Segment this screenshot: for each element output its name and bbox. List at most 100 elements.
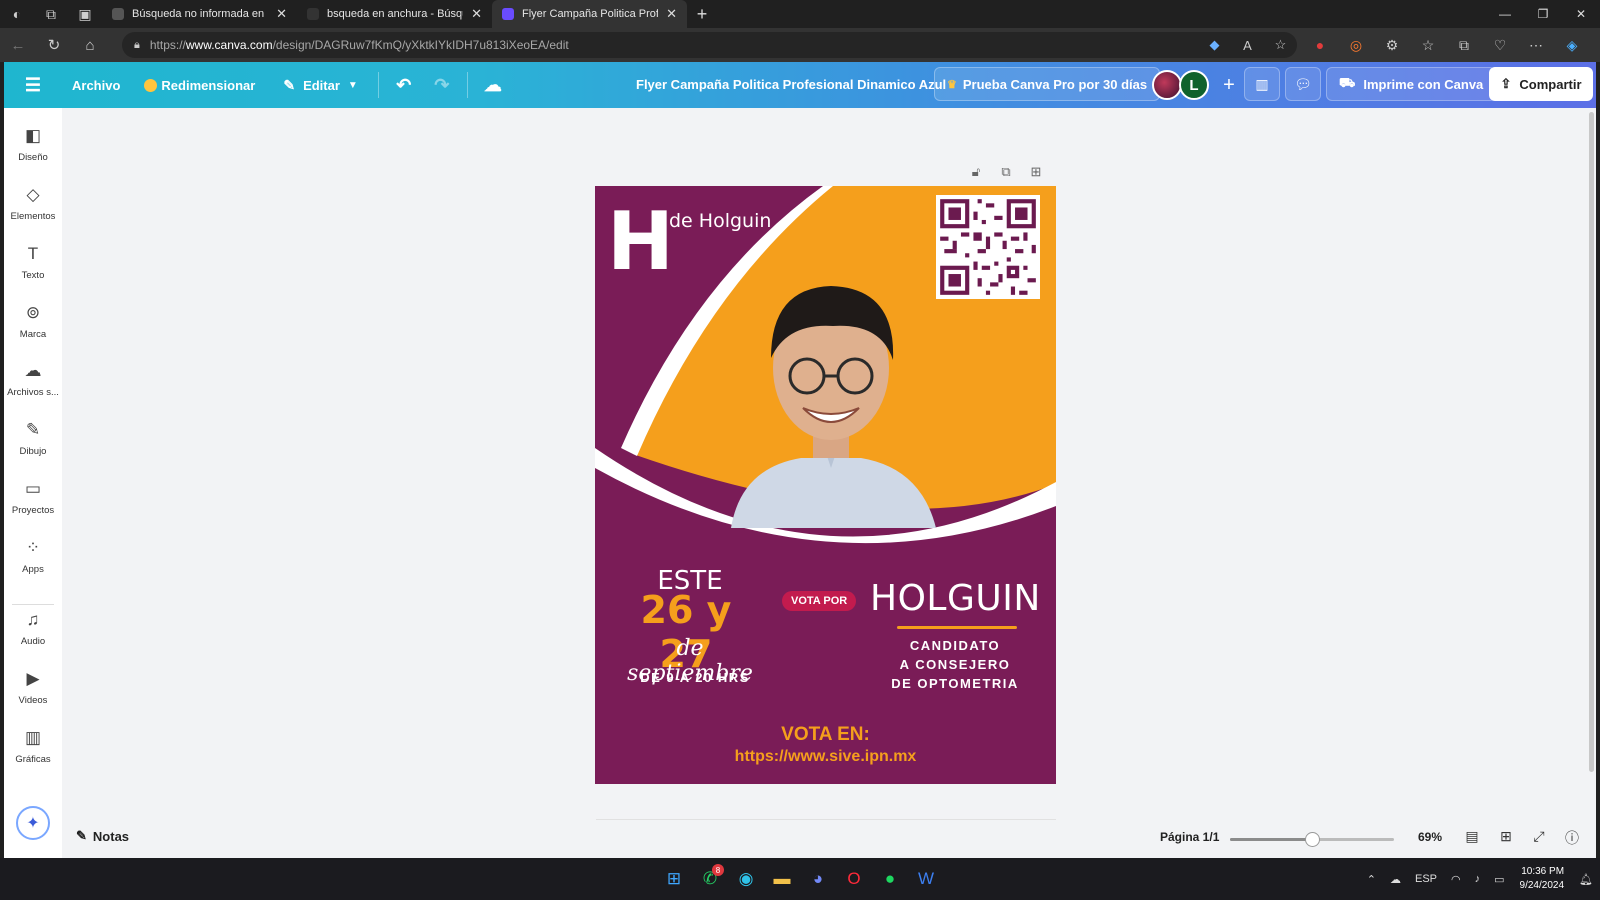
- edit-dropdown-button[interactable]: ✎ Editar ▼: [269, 62, 371, 108]
- sidebar-item-projects[interactable]: ▭ Proyectos: [4, 469, 62, 525]
- extension-orange-icon[interactable]: ◎: [1338, 37, 1374, 54]
- add-page-icon[interactable]: ⊞: [1021, 164, 1051, 180]
- notes-button[interactable]: ✎ Notas: [76, 828, 129, 844]
- share-button[interactable]: ⇪ Compartir: [1489, 67, 1593, 101]
- tab-favicon-icon: [502, 8, 514, 20]
- browser-tab-2[interactable]: bsqueda en anchura - Búsqueda ✕: [297, 0, 492, 28]
- page-tools: 🔓︎ ⧉ ⊞: [961, 164, 1051, 180]
- extension-red-icon[interactable]: ●: [1302, 37, 1338, 53]
- avatar[interactable]: [1152, 70, 1182, 100]
- sidebar-item-label: Proyectos: [11, 504, 55, 516]
- sidebar-item-apps[interactable]: ⁘ Apps: [4, 528, 62, 584]
- spotify-icon[interactable]: ●: [872, 862, 908, 896]
- extensions-icon[interactable]: ⚙: [1374, 37, 1410, 54]
- profile-icon[interactable]: ◐: [0, 0, 34, 28]
- extensions-row: ● ◎ ⚙ ☆ ⧉ ♡ ⋯ ◈: [1302, 28, 1590, 62]
- lock-page-icon[interactable]: 🔓︎: [961, 164, 991, 180]
- workspaces-icon[interactable]: ⧉: [34, 0, 68, 28]
- sidebar-item-label: Diseño: [18, 151, 48, 163]
- read-aloud-icon[interactable]: A: [1231, 38, 1264, 53]
- design-canvas-area: 🔓︎ ⧉ ⊞ H de Holguin ESTE 26 y 27 de sept…: [62, 108, 1596, 858]
- refresh-icon[interactable]: ↻: [36, 28, 72, 62]
- windows-start-icon[interactable]: ⊞: [656, 862, 692, 896]
- sidebar-item-design[interactable]: ◧ Diseño: [4, 116, 62, 172]
- vertical-scrollbar[interactable]: [1589, 112, 1594, 772]
- close-window-icon[interactable]: ✕: [1562, 0, 1600, 28]
- vota-por-badge: VOTA POR: [782, 591, 857, 611]
- tag-icon[interactable]: ◆: [1198, 37, 1231, 53]
- zoom-level[interactable]: 69%: [1418, 830, 1442, 844]
- music-icon: ♫: [26, 609, 40, 629]
- sidebar-item-uploads[interactable]: ☁ Archivos s...: [4, 351, 62, 407]
- chevron-up-icon[interactable]: ⌃: [1367, 873, 1376, 886]
- tab-actions-icon[interactable]: ▣: [68, 0, 102, 28]
- avatar-user-l[interactable]: L: [1179, 70, 1209, 100]
- sidebar-item-audio[interactable]: ♫ Audio: [4, 600, 62, 656]
- file-explorer-icon[interactable]: ▬: [764, 862, 800, 896]
- new-tab-icon[interactable]: +: [687, 4, 717, 25]
- sidebar-item-label: Dibujo: [19, 445, 47, 457]
- sidebar-item-charts[interactable]: ▥ Gráficas: [4, 718, 62, 774]
- main-menu-icon[interactable]: ☰: [4, 62, 62, 108]
- fullscreen-icon[interactable]: ⤢: [1527, 828, 1551, 845]
- favorites-icon[interactable]: ☆: [1410, 37, 1446, 54]
- browser-tab-1[interactable]: Búsqueda no informada en IA ✕: [102, 0, 297, 28]
- tab-favicon-icon: [112, 8, 124, 20]
- favorite-star-icon[interactable]: ☆: [1264, 37, 1297, 53]
- restore-icon[interactable]: ❐: [1524, 0, 1562, 28]
- clock[interactable]: 10:36 PM 9/24/2024: [1520, 865, 1565, 893]
- zoom-slider[interactable]: [1230, 832, 1394, 847]
- sidebar-item-brand[interactable]: ⊚ Marca: [4, 293, 62, 349]
- add-collaborator-icon[interactable]: +: [1214, 70, 1244, 100]
- close-tab-icon[interactable]: ✕: [471, 6, 482, 22]
- close-tab-icon[interactable]: ✕: [666, 6, 677, 22]
- flyer-page[interactable]: H de Holguin ESTE 26 y 27 de septiembre …: [595, 186, 1056, 784]
- sidebar-item-elements[interactable]: ◇ Elementos: [4, 175, 62, 231]
- discord-icon[interactable]: ◕: [800, 862, 836, 896]
- word-icon[interactable]: W: [908, 862, 944, 896]
- home-icon[interactable]: ⌂: [72, 28, 108, 62]
- browser-tab-3[interactable]: Flyer Campaña Politica Profesional ✕: [492, 0, 687, 28]
- cloud-saved-icon[interactable]: ☁: [474, 62, 512, 108]
- comments-button[interactable]: 💬︎: [1285, 67, 1321, 101]
- address-bar[interactable]: 🔒︎ https://www.canva.com/design/DAGRuw7f…: [122, 32, 1297, 58]
- redo-icon[interactable]: ↷: [423, 62, 461, 108]
- battery-icon[interactable]: ▭: [1494, 873, 1504, 886]
- insights-button[interactable]: ▥: [1244, 67, 1280, 101]
- try-pro-button[interactable]: ♛ Prueba Canva Pro por 30 días: [934, 67, 1161, 101]
- page-indicator[interactable]: Página 1/1: [1160, 830, 1219, 844]
- more-menu-icon[interactable]: ⋯: [1518, 37, 1554, 54]
- undo-icon[interactable]: ↶: [385, 62, 423, 108]
- notifications-icon[interactable]: 🔔︎: [1579, 873, 1593, 886]
- close-tab-icon[interactable]: ✕: [276, 6, 287, 22]
- wifi-icon[interactable]: ◠: [1451, 873, 1461, 886]
- chevron-down-icon: ▼: [347, 79, 358, 91]
- minimize-icon[interactable]: —: [1486, 0, 1524, 28]
- sidebar-item-text[interactable]: T Texto: [4, 234, 62, 290]
- onedrive-icon[interactable]: ☁: [1390, 873, 1401, 886]
- language-indicator[interactable]: ESP: [1415, 873, 1437, 885]
- browser-essentials-icon[interactable]: ♡: [1482, 37, 1518, 54]
- sidebar-item-label: Elementos: [10, 210, 56, 222]
- help-icon[interactable]: ⓘ: [1560, 828, 1584, 848]
- collections-icon[interactable]: ⧉: [1446, 37, 1482, 54]
- sidebar-item-videos[interactable]: ▶ Videos: [4, 659, 62, 715]
- whatsapp-icon[interactable]: ✆ 8: [692, 862, 728, 896]
- copilot-icon[interactable]: ◈: [1554, 37, 1590, 54]
- magic-assistant-button[interactable]: ✦: [16, 806, 50, 840]
- grid-view-icon[interactable]: ⊞: [1494, 828, 1518, 845]
- resize-button[interactable]: Redimensionar: [130, 62, 269, 108]
- shapes-icon: ◇: [26, 184, 40, 204]
- opera-icon[interactable]: O: [836, 862, 872, 896]
- file-menu-button[interactable]: Archivo: [62, 62, 130, 108]
- back-icon[interactable]: ←: [0, 28, 36, 62]
- duplicate-page-icon[interactable]: ⧉: [991, 164, 1021, 180]
- print-with-canva-button[interactable]: ⛟ Imprime con Canva: [1326, 67, 1497, 101]
- sidebar-item-draw[interactable]: ✎ Dibujo: [4, 410, 62, 466]
- page-view-icon[interactable]: ▤: [1460, 828, 1484, 845]
- document-title[interactable]: Flyer Campaña Politica Profesional Dinam…: [636, 62, 946, 108]
- zoom-slider-thumb[interactable]: [1305, 832, 1320, 847]
- lock-icon[interactable]: 🔒︎: [134, 39, 140, 52]
- edge-icon[interactable]: ◉: [728, 862, 764, 896]
- volume-muted-icon[interactable]: ♪: [1475, 873, 1481, 885]
